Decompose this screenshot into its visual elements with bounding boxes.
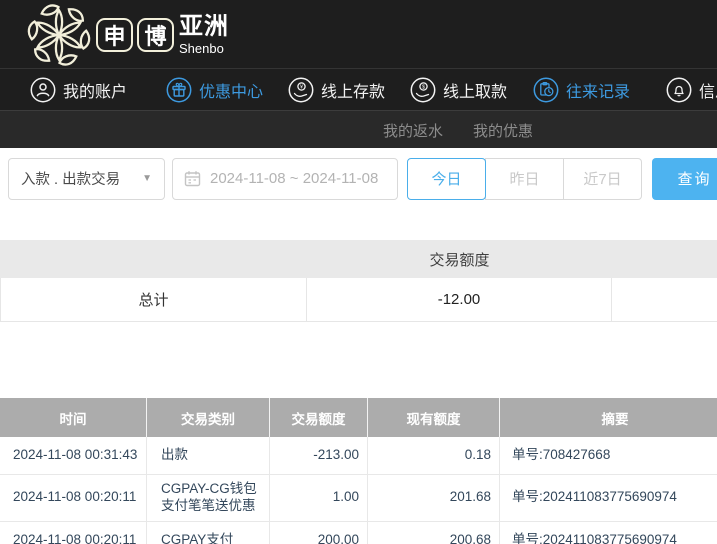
logo-suffix: 亚洲 <box>179 13 229 40</box>
summary-header-row: 交易额度 <box>0 240 717 278</box>
svg-text:$: $ <box>422 85 425 91</box>
main-nav: 我的账户 优惠中心 ¥ 线上存款 $ 线上取款 往来记录 信 <box>0 68 717 110</box>
nav-label: 我的账户 <box>63 84 128 101</box>
cell-balance: 0.18 <box>368 437 500 474</box>
summary-total-value: -12.00 <box>307 278 612 322</box>
chevron-down-icon: ▼ <box>142 173 152 184</box>
summary-header-empty <box>612 240 717 278</box>
records-icon <box>533 77 559 103</box>
nav-item-online-deposit[interactable]: ¥ 线上存款 <box>288 69 385 111</box>
col-header-summary: 摘要 <box>601 411 629 427</box>
cell-balance: 200.68 <box>368 521 500 544</box>
transaction-type-select[interactable]: 入款 . 出款交易 ▼ <box>8 157 165 200</box>
logo-box-shen: 申 <box>96 18 133 52</box>
calendar-icon <box>184 171 201 187</box>
summary-empty-cell <box>612 278 717 322</box>
table-row: 2024-11-08 00:20:11 CGPAY支付 200.00 200.6… <box>0 521 717 544</box>
date-range-input[interactable]: 2024-11-08 ~ 2024-11-08 <box>172 157 398 200</box>
cell-amount: 1.00 <box>270 475 368 521</box>
cell-summary: 单号:202411083775690974 <box>512 531 677 544</box>
summary-total-label: 总计 <box>0 278 307 322</box>
cell-time: 2024-11-08 00:20:11 <box>0 521 147 544</box>
col-header-time: 时间 <box>0 398 147 437</box>
table-row: 2024-11-08 00:31:43 出款 -213.00 0.18 单号:7… <box>0 437 717 475</box>
site-logo[interactable]: 申 博 亚洲 Shenbo <box>26 2 229 68</box>
cell-time: 2024-11-08 00:20:11 <box>0 475 147 521</box>
promotions-submenu: 我的返水 我的优惠 <box>0 110 717 148</box>
logo-character-boxes: 申 博 <box>96 18 174 52</box>
nav-item-online-withdrawal[interactable]: $ 线上取款 <box>410 69 507 111</box>
cell-summary: 单号:708427668 <box>512 447 611 463</box>
summary-header-empty <box>0 240 307 278</box>
nav-item-my-account[interactable]: 我的账户 <box>30 69 127 111</box>
filter-bar: 入款 . 出款交易 ▼ 2024-11-08 ~ 2024-11-08 今日 昨… <box>0 157 717 200</box>
cell-time: 2024-11-08 00:31:43 <box>0 437 147 474</box>
search-button[interactable]: 查询 <box>652 157 717 200</box>
logo-box-bo: 博 <box>137 18 174 52</box>
cell-amount: 200.00 <box>270 521 368 544</box>
cell-type: CGPAY-CG钱包支付笔笔送优惠 <box>147 475 270 521</box>
top-bar: 申 博 亚洲 Shenbo qhhw <box>0 0 717 68</box>
nav-label: 往来记录 <box>566 84 631 101</box>
bell-icon <box>666 77 692 103</box>
user-icon <box>30 77 56 103</box>
logo-subtitle: Shenbo <box>179 41 224 56</box>
logo-wordmark: 亚洲 Shenbo <box>179 13 229 56</box>
today-button[interactable]: 今日 <box>407 157 486 200</box>
deposit-icon: ¥ <box>288 77 314 103</box>
table-header-row: 时间 交易类别 交易额度 现有额度 摘要 <box>0 398 717 437</box>
nav-label: 信息 <box>699 84 717 101</box>
subnav-item-my-promos[interactable]: 我的优惠 <box>473 111 533 149</box>
flower-logo-icon <box>27 4 91 66</box>
page: 申 博 亚洲 Shenbo qhhw 我的账户 <box>0 0 717 544</box>
cell-balance: 201.68 <box>368 475 500 521</box>
summary-total-row: 总计 -12.00 <box>0 278 717 322</box>
nav-item-promotions[interactable]: 优惠中心 <box>166 69 263 111</box>
withdraw-icon: $ <box>410 77 436 103</box>
nav-item-transaction-records[interactable]: 往来记录 <box>533 69 630 111</box>
transactions-table: 时间 交易类别 交易额度 现有额度 摘要 2024-11-08 00:31:43… <box>0 398 717 544</box>
transaction-type-value: 入款 . 出款交易 <box>21 172 121 188</box>
cell-amount: -213.00 <box>270 437 368 474</box>
yesterday-button[interactable]: 昨日 <box>485 157 564 200</box>
last-7-days-button[interactable]: 近7日 <box>563 157 642 200</box>
nav-label: 线上取款 <box>443 84 508 101</box>
summary-table: 交易额度 总计 -12.00 <box>0 240 717 322</box>
gift-icon <box>166 77 192 103</box>
subnav-item-my-rebate[interactable]: 我的返水 <box>383 111 443 149</box>
table-row: 2024-11-08 00:20:11 CGPAY-CG钱包支付笔笔送优惠 1.… <box>0 475 717 522</box>
cell-summary: 单号:202411083775690974 <box>512 489 677 505</box>
col-header-amount: 交易额度 <box>270 398 368 437</box>
cell-type: CGPAY支付 <box>147 521 270 544</box>
summary-header-amount: 交易额度 <box>429 251 490 269</box>
quick-date-segment: 今日 昨日 近7日 <box>407 157 642 200</box>
nav-label: 优惠中心 <box>199 84 264 101</box>
cell-type: 出款 <box>147 437 270 474</box>
nav-item-messages[interactable]: 信息 <box>666 69 717 111</box>
col-header-type: 交易类别 <box>147 398 270 437</box>
col-header-balance: 现有额度 <box>368 398 500 437</box>
date-range-value: 2024-11-08 ~ 2024-11-08 <box>210 170 379 187</box>
nav-label: 线上存款 <box>321 84 386 101</box>
